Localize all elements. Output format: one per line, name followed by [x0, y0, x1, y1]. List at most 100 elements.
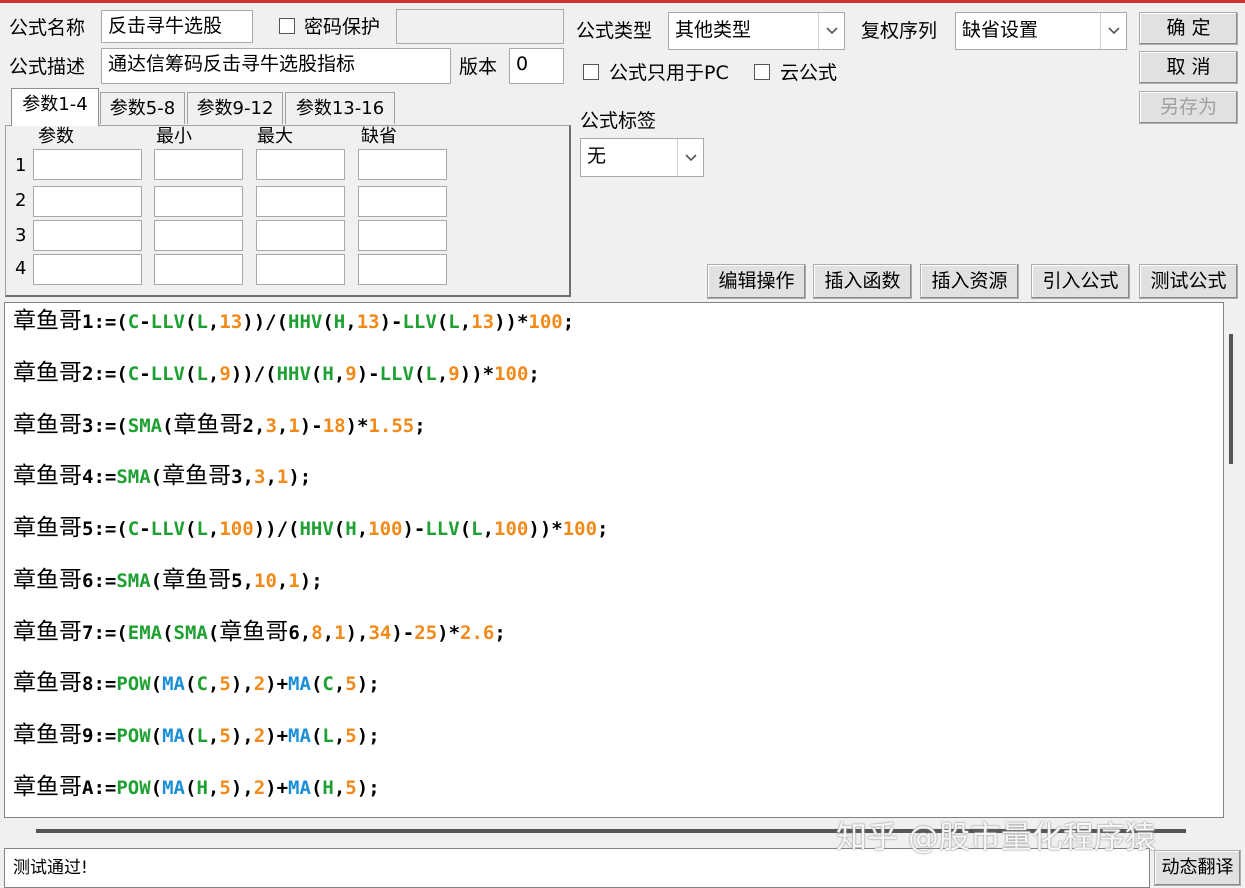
code-token: ,	[322, 622, 335, 644]
param-3-max-input[interactable]	[256, 220, 345, 251]
formula-type-select[interactable]: 其他类型	[668, 12, 845, 50]
code-token: C	[196, 673, 208, 695]
code-line-9: 章鱼哥9:=POW(MA(L,5),2)+MA(L,5);	[13, 723, 380, 748]
param-2-min-input[interactable]	[154, 186, 243, 217]
code-token: (	[310, 363, 323, 385]
code-token: MA	[288, 725, 311, 747]
code-token: 9	[345, 363, 357, 385]
param-4-max-input[interactable]	[256, 254, 345, 285]
code-token: 100	[528, 311, 563, 333]
code-token: (	[207, 622, 220, 644]
param-2-default-input[interactable]	[358, 186, 447, 217]
code-token: )-	[379, 311, 403, 333]
cloud-formula-checkbox[interactable]	[754, 64, 770, 80]
code-token: (	[150, 777, 163, 799]
code-token: 2	[253, 725, 266, 747]
param-1-min-input[interactable]	[154, 149, 243, 180]
chevron-down-icon[interactable]	[677, 139, 703, 176]
param-1-default-input[interactable]	[358, 149, 447, 180]
code-token: ))/(	[230, 363, 277, 385]
vertical-scroll-thumb[interactable]	[1229, 334, 1233, 464]
param-3-name-input[interactable]	[33, 220, 142, 251]
pc-only-checkbox[interactable]	[583, 64, 599, 80]
tab-params-9-12[interactable]: 参数9-12	[187, 92, 283, 124]
insert-function-button[interactable]: 插入函数	[813, 264, 912, 299]
param-1-max-input[interactable]	[256, 149, 345, 180]
code-token: ;	[414, 415, 426, 437]
code-token: ,	[333, 363, 346, 385]
password-protect-checkbox[interactable]	[279, 18, 295, 34]
code-token: )+	[265, 725, 289, 747]
code-editor[interactable]: 章鱼哥1:=(C-LLV(L,13))/(HHV(H,13)-LLV(L,13)…	[4, 302, 1224, 818]
formula-name-input[interactable]: 反击寻牛选股	[101, 10, 253, 43]
dynamic-translate-button[interactable]: 动态翻译	[1154, 850, 1241, 886]
code-token: MA	[288, 673, 311, 695]
param-2-name-input[interactable]	[33, 186, 142, 217]
code-line-7: 章鱼哥7:=(EMA(SMA(章鱼哥6,8,1),34)-25)*2.6;	[13, 620, 506, 645]
chevron-down-icon[interactable]	[1100, 13, 1126, 49]
code-token: SMA	[127, 415, 163, 437]
code-line-10: 章鱼哥A:=POW(MA(H,5),2)+MA(H,5);	[13, 775, 380, 800]
tab-params-13-16[interactable]: 参数13-16	[285, 92, 395, 124]
code-token: (	[162, 622, 174, 644]
save-as-button[interactable]: 另存为	[1139, 91, 1238, 124]
param-4-name-input[interactable]	[33, 254, 142, 285]
code-token: LLV	[150, 311, 185, 333]
code-token: (	[310, 777, 323, 799]
cloud-formula-label: 云公式	[780, 62, 838, 84]
code-token: );	[356, 673, 380, 695]
param-4-default-input[interactable]	[358, 254, 447, 285]
code-token: (	[150, 466, 163, 488]
tab-params-1-4[interactable]: 参数1-4	[11, 88, 99, 126]
code-line-4: 章鱼哥4:=SMA(章鱼哥3,3,1);	[13, 464, 311, 489]
edit-operations-button[interactable]: 编辑操作	[707, 264, 806, 299]
code-token: ))*	[459, 363, 495, 385]
code-line-2: 章鱼哥2:=(C-LLV(L,9))/(HHV(H,9)-LLV(L,9))*1…	[13, 361, 540, 386]
code-token: H	[345, 518, 357, 540]
param-3-default-input[interactable]	[358, 220, 447, 251]
code-token: 章鱼哥	[13, 619, 82, 645]
tab-params-5-8[interactable]: 参数5-8	[100, 92, 185, 124]
code-token: 5	[219, 777, 231, 799]
code-token: ;	[528, 363, 540, 385]
code-token: L	[322, 725, 334, 747]
code-token: ,	[436, 363, 449, 385]
vertical-scrollbar[interactable]	[1224, 302, 1245, 818]
code-token: H	[333, 311, 346, 333]
cancel-button[interactable]: 取 消	[1139, 51, 1238, 84]
code-token: ,	[207, 311, 220, 333]
code-token: 章鱼哥	[219, 619, 289, 645]
param-1-name-input[interactable]	[33, 149, 142, 180]
import-formula-button[interactable]: 引入公式	[1031, 264, 1130, 299]
code-token: 2,	[242, 415, 266, 437]
chevron-down-icon[interactable]	[818, 13, 844, 49]
code-token: POW	[116, 673, 151, 695]
code-token: (	[310, 673, 323, 695]
test-formula-button[interactable]: 测试公式	[1139, 264, 1238, 299]
code-token: 100	[494, 518, 529, 540]
code-token: 章鱼哥	[13, 308, 82, 334]
code-token: 100	[562, 518, 598, 540]
param-max-header: 最大	[257, 126, 293, 147]
code-token: ,	[333, 725, 346, 747]
param-2-max-input[interactable]	[256, 186, 345, 217]
param-4-min-input[interactable]	[154, 254, 243, 285]
insert-resource-button[interactable]: 插入资源	[920, 264, 1019, 299]
code-token: (	[333, 518, 346, 540]
formula-name-label: 公式名称	[9, 17, 86, 39]
param-3-min-input[interactable]	[154, 220, 243, 251]
version-input[interactable]: 0	[509, 48, 564, 84]
code-token: 1	[288, 415, 300, 437]
formula-tag-select[interactable]: 无	[580, 138, 704, 177]
code-token: -	[139, 311, 151, 333]
code-token: (	[185, 673, 197, 695]
param-min-header: 最小	[156, 126, 192, 147]
watermark: 知乎 @股市量化程序猿	[836, 820, 1156, 856]
formula-desc-input[interactable]: 通达信筹码反击寻牛选股指标	[101, 48, 451, 84]
code-token: 5	[345, 777, 357, 799]
adjust-series-select[interactable]: 缺省设置	[955, 12, 1127, 50]
code-token: ,	[207, 777, 220, 799]
code-token: EMA	[127, 622, 163, 644]
password-input[interactable]	[396, 9, 564, 44]
ok-button[interactable]: 确 定	[1139, 12, 1238, 45]
